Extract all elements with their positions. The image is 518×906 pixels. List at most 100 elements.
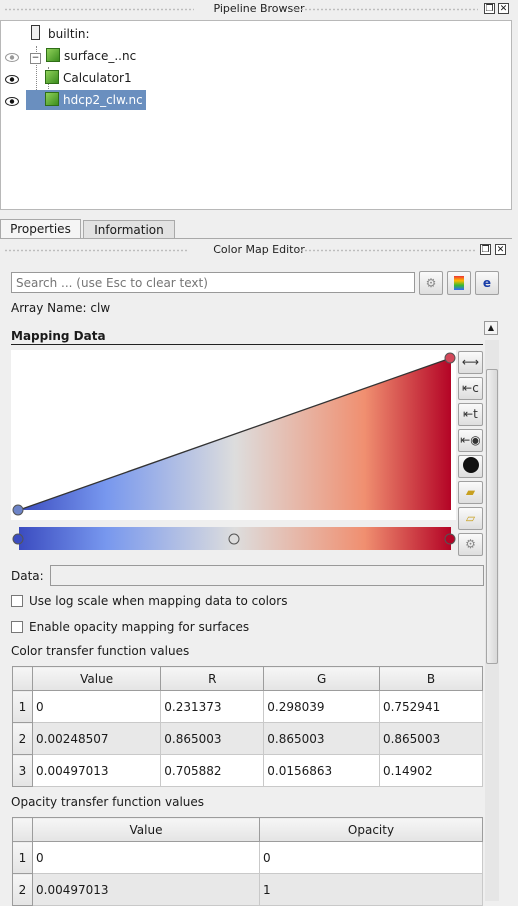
rescale-visible-range-button[interactable]: ⇤◉ [458,429,483,452]
tab-information[interactable]: Information [83,220,175,239]
column-header[interactable]: Opacity [259,817,483,842]
titlebar-grip [292,8,478,11]
eye-icon[interactable] [5,97,19,106]
color-transfer-editor[interactable] [11,526,456,552]
choose-preset-button[interactable]: ▱ [458,507,483,530]
column-header[interactable]: Value [32,817,260,842]
table-cell[interactable]: 0.298039 [263,690,380,723]
color-table-title: Color transfer function values [11,644,190,658]
table-cell[interactable]: 0.865003 [263,722,380,755]
collapse-section-button[interactable]: ▲ [484,321,498,335]
table-cell[interactable]: 0.865003 [378,722,484,755]
table-cell[interactable]: 0 [32,841,260,874]
tab-divider [0,238,512,239]
float-icon[interactable]: ❐ [480,244,491,255]
rescale-visible-icon: ⇤◉ [460,433,481,447]
close-icon[interactable]: ✕ [495,244,506,255]
color-transfer-table[interactable]: Value R G B 1 0 0.231373 0.298039 0.7529… [12,666,484,787]
rescale-time-icon: ⇤t [463,407,478,421]
close-icon[interactable]: ✕ [498,3,509,14]
edit-colormap-button[interactable]: e [475,271,499,295]
row-header[interactable]: 2 [12,722,33,755]
cube-icon [45,92,59,106]
rescale-icon: ⟷ [461,355,480,369]
collapse-icon[interactable]: − [30,53,41,64]
rescale-custom-icon: ⇤c [462,381,479,395]
table-cell[interactable]: 0.231373 [160,690,265,723]
tree-item-label: builtin: [48,27,90,41]
eye-icon[interactable] [5,53,19,62]
advanced-properties-gear-button[interactable]: ⚙ [419,271,443,295]
data-label: Data: [11,569,44,583]
tree-item-label: surface_..nc [64,49,137,63]
tree-item-calculator1[interactable]: Calculator1 [45,68,132,88]
array-name-label: Array Name: clw [11,301,111,315]
opacity-mapping-checkbox[interactable] [11,621,23,633]
tab-properties[interactable]: Properties [0,219,81,239]
opacity-mapping-label: Enable opacity mapping for surfaces [29,620,250,634]
gear-icon: ⚙ [425,276,437,290]
log-scale-label: Use log scale when mapping data to color… [29,594,288,608]
table-cell[interactable]: 0.0156863 [263,754,380,787]
float-icon[interactable]: ❐ [484,3,495,14]
table-cell[interactable]: 0.14902 [378,754,484,787]
column-header[interactable]: Value [31,666,162,691]
tree-item-surface[interactable]: − surface_..nc [30,46,136,66]
invert-transfer-function-button[interactable] [458,455,483,478]
tree-item-label: hdcp2_clw.nc [63,93,143,107]
log-scale-checkbox[interactable] [11,595,23,607]
cube-icon [45,70,59,84]
table-cell[interactable]: 0.705882 [160,754,265,787]
pipeline-browser-titlebar: Pipeline Browser ❐ ✕ [0,0,518,18]
save-to-presets-button[interactable]: ▰ [458,481,483,504]
server-icon [31,25,40,40]
table-cell[interactable]: 0.865003 [160,722,265,755]
column-header[interactable]: R [160,666,265,691]
table-header-row: Value Opacity [12,817,483,842]
color-point-handle[interactable] [12,533,24,545]
table-cell[interactable]: 0 [31,690,162,723]
color-point-handle[interactable] [228,533,240,545]
tree-item-label: Calculator1 [63,71,132,85]
rescale-to-custom-range-button[interactable]: ⇤c [458,377,483,400]
table-cell[interactable]: 0.752941 [378,690,484,723]
tree-item-builtin[interactable]: builtin: [31,24,90,44]
table-row[interactable]: 1 0 0.231373 0.298039 0.752941 [12,690,484,723]
data-value-field [50,565,484,586]
opacity-point-handle[interactable] [444,352,456,364]
scrollbar-thumb[interactable] [486,369,498,664]
tree-item-hdcp2-clw-selected[interactable]: hdcp2_clw.nc [26,90,146,110]
opacity-point-handle[interactable] [12,504,24,516]
corner-header [12,817,33,842]
opacity-transfer-editor[interactable] [11,350,456,520]
folder-open-icon: ▱ [465,511,476,525]
eye-icon[interactable] [5,75,19,84]
color-palette-button[interactable] [447,271,471,295]
rescale-over-time-button[interactable]: ⇤t [458,403,483,426]
cube-icon [46,48,60,62]
row-header[interactable]: 1 [12,690,33,723]
column-header[interactable]: G [263,666,380,691]
palette-icon [454,276,464,290]
pipeline-tree[interactable]: builtin: − surface_..nc Calculator1 hdcp2… [0,20,512,210]
gear-icon: ⚙ [465,537,476,551]
table-row[interactable]: 3 0.00497013 0.705882 0.0156863 0.14902 [12,754,484,787]
rescale-to-data-range-button[interactable]: ⟷ [458,351,483,374]
color-point-handle[interactable] [444,533,456,545]
folder-heart-icon: ▰ [465,485,476,499]
table-cell[interactable]: 0.00497013 [31,754,162,787]
opacity-table-title: Opacity transfer function values [11,795,205,809]
table-cell[interactable]: 0.00248507 [31,722,162,755]
table-row[interactable]: 1 0 0 [12,841,483,874]
invert-icon [462,457,479,473]
table-cell[interactable]: 0 [259,841,483,874]
row-header[interactable]: 3 [12,754,33,787]
column-header[interactable]: B [378,666,484,691]
advanced-settings-button[interactable]: ⚙ [458,533,483,556]
opacity-transfer-table[interactable]: Value Opacity 1 0 0 2 0.00497013 1 [12,817,483,906]
table-row[interactable]: 2 0.00248507 0.865003 0.865003 0.865003 [12,722,484,755]
table-header-row: Value R G B [12,666,484,691]
corner-header [12,666,33,691]
row-header[interactable]: 1 [12,841,33,874]
search-input[interactable] [11,272,415,293]
